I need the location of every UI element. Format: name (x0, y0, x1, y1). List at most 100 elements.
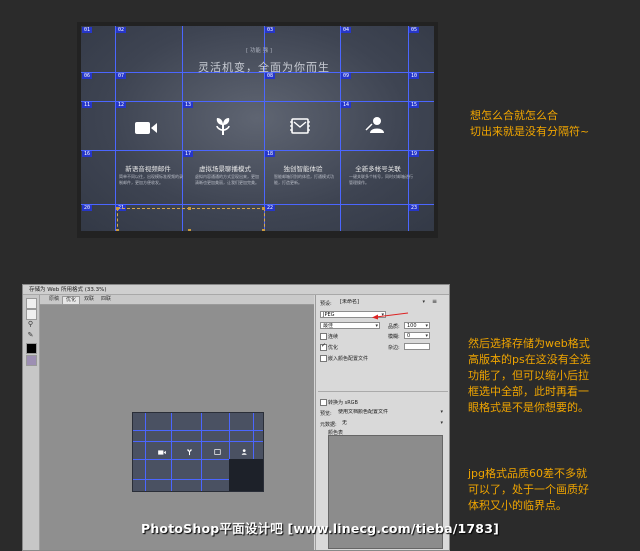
toggle-slice-visibility-icon[interactable] (26, 355, 37, 366)
watermark: PhotoShop平面设计吧 [www.linecg.com/tieba/178… (140, 521, 500, 536)
note-line: 体积又小的临界点。 (468, 499, 567, 512)
slice-label: 11 (82, 102, 93, 108)
note-line: 可以了，处于一个画质好 (468, 483, 589, 496)
slice-label: 06 (82, 73, 93, 79)
eyedropper-tool-icon[interactable]: ✎ (26, 331, 35, 340)
quality-input[interactable]: 100 (404, 322, 430, 329)
mail-chip-icon (290, 118, 310, 134)
progressive-checkbox[interactable] (320, 333, 327, 340)
embed-profile-label: 嵌入颜色配置文件 (328, 356, 369, 362)
slice-label: 01 (82, 27, 93, 33)
optimized-checkbox[interactable]: ✓ (320, 342, 327, 351)
selection-handle[interactable] (116, 207, 119, 210)
slice-label: 05 (409, 27, 420, 33)
dialog-title: 存储为 Web 所用格式 (33.3%) (23, 285, 449, 295)
optimized-label: 优化 (328, 345, 339, 351)
hand-tool-icon[interactable] (26, 298, 37, 309)
feature-title: 新语音视频邮件 (125, 165, 171, 173)
design-heading-small: [ 功能 强 ] (245, 48, 273, 54)
preview-user-icon (241, 449, 247, 455)
slice-label: 15 (409, 102, 420, 108)
slice-label: 19 (409, 151, 420, 157)
leaf-icon (216, 118, 230, 135)
blur-input[interactable]: 0 (404, 332, 430, 339)
embed-profile-checkbox[interactable] (320, 355, 327, 362)
quality-level-dropdown[interactable]: 最佳 (320, 322, 380, 329)
panel-menu-icon[interactable]: ≡ (432, 298, 437, 305)
design-heading-large: 灵活机变，全面为你而生 (198, 61, 330, 74)
feature-desc: 简单不同以往，出现模标准视频的录制邮件，更加方便收发。 (119, 174, 183, 185)
zoom-tool-icon[interactable]: ⚲ (26, 320, 35, 329)
slice-label: 07 (116, 73, 127, 79)
slice-label: 16 (82, 151, 93, 157)
tab-optimized[interactable]: 优化 (62, 296, 81, 304)
preview-label: 预览: (320, 411, 332, 417)
save-for-web-dialog: 存储为 Web 所用格式 (33.3%) ⚲ ✎ 原稿 优化 双联 四联 预设:… (22, 284, 450, 551)
selection-handle[interactable] (188, 229, 191, 231)
preview-video-icon (158, 450, 166, 455)
feature-title: 全新多帐号关联 (355, 165, 401, 173)
tab-original[interactable]: 原稿 (46, 296, 62, 303)
slice-label: 02 (116, 27, 127, 33)
note-line: 切出来就是没有分隔符~ (470, 125, 590, 138)
note-line: 然后选择存储为web格式 (468, 337, 590, 350)
convert-srgb-label: 转换为 sRGB (328, 400, 358, 406)
preview-image[interactable] (132, 412, 264, 492)
annotation-note-1: 想怎么合就怎么合 切出来就是没有分隔符~ (470, 108, 589, 140)
slice-label: 20 (82, 205, 93, 211)
feature-title: 虚拟场景聊播模式 (199, 165, 251, 173)
convert-srgb-checkbox[interactable] (320, 399, 327, 406)
note-line: 高版本的ps在这没有全选 (468, 353, 591, 366)
feature-desc: 一键关联多个帐号，同时对邮箱进行管理操作。 (349, 174, 413, 185)
slice-label: 17 (183, 151, 194, 157)
blur-label: 模糊: (388, 334, 400, 340)
selection-handle[interactable] (188, 207, 191, 210)
feature-desc: 智能邮箱识别的体验，打通模式功能，打造更新。 (274, 174, 334, 185)
feature-desc: 虚拟内容通通的方式呈现出来，更加清晰也更加美丽，让我们更加完美。 (195, 174, 259, 185)
metadata-dropdown[interactable]: 无 (340, 420, 444, 427)
slice-label: 23 (409, 205, 420, 211)
sliced-design-screenshot: 01 02 03 04 05 06 07 08 09 10 11 12 13 1… (77, 22, 438, 238)
preview-mail-icon (214, 449, 221, 455)
note-line: 眼格式是不是你想要的。 (468, 401, 589, 414)
red-arrow-icon (372, 312, 409, 320)
preset-dropdown[interactable]: [未命名] (338, 299, 426, 306)
eyedropper-color-swatch[interactable] (26, 343, 37, 354)
selection-handle[interactable] (116, 229, 119, 231)
preview-area[interactable] (40, 305, 314, 550)
matte-label: 杂边: (388, 345, 400, 351)
video-icon (135, 122, 157, 134)
tab-4-up[interactable]: 四联 (98, 296, 114, 303)
tool-column: ⚲ ✎ (23, 295, 40, 550)
slice-label: 04 (341, 27, 352, 33)
tab-2-up[interactable]: 双联 (81, 296, 97, 303)
view-tabs: 原稿 优化 双联 四联 (40, 295, 314, 305)
note-line: 框选中全部，此时再看一 (468, 385, 589, 398)
note-line: 想怎么合就怎么合 (470, 109, 558, 122)
feature-title: 独创智能体验 (283, 165, 323, 173)
slice-select-tool-icon[interactable] (26, 309, 37, 320)
slice-label: 14 (341, 102, 352, 108)
quality-label: 品质: (388, 324, 400, 330)
selection-handle[interactable] (262, 207, 265, 210)
preview-profile-dropdown[interactable]: 使用文档颜色配置文件 (336, 409, 444, 416)
preview-leaf-icon (187, 449, 192, 456)
matte-dropdown[interactable] (404, 343, 430, 350)
preset-label: 预设: (320, 301, 332, 307)
selection-marquee[interactable] (117, 208, 265, 231)
settings-panel: 预设: [未命名] ≡ JPEG 最佳 品质: 100 连续 模糊: 0 ✓ 优… (315, 295, 449, 550)
slice-label: 22 (265, 205, 276, 211)
slice-label: 18 (265, 151, 276, 157)
note-line: 功能了，但可以缩小后拉 (468, 369, 589, 382)
note-line: jpg格式品质60差不多就 (468, 467, 588, 480)
design-canvas: 01 02 03 04 05 06 07 08 09 10 11 12 13 1… (81, 26, 434, 231)
progressive-label: 连续 (328, 334, 339, 340)
annotation-note-3: jpg格式品质60差不多就 可以了，处于一个画质好 体积又小的临界点。 (468, 466, 589, 514)
selection-handle[interactable] (262, 229, 265, 231)
slice-label: 03 (265, 27, 276, 33)
link-user-icon (364, 117, 384, 133)
metadata-label: 元数据: (320, 422, 337, 428)
slice-label: 12 (116, 102, 127, 108)
annotation-note-2: 然后选择存储为web格式 高版本的ps在这没有全选 功能了，但可以缩小后拉 框选… (468, 336, 591, 416)
slice-label: 10 (409, 73, 420, 79)
